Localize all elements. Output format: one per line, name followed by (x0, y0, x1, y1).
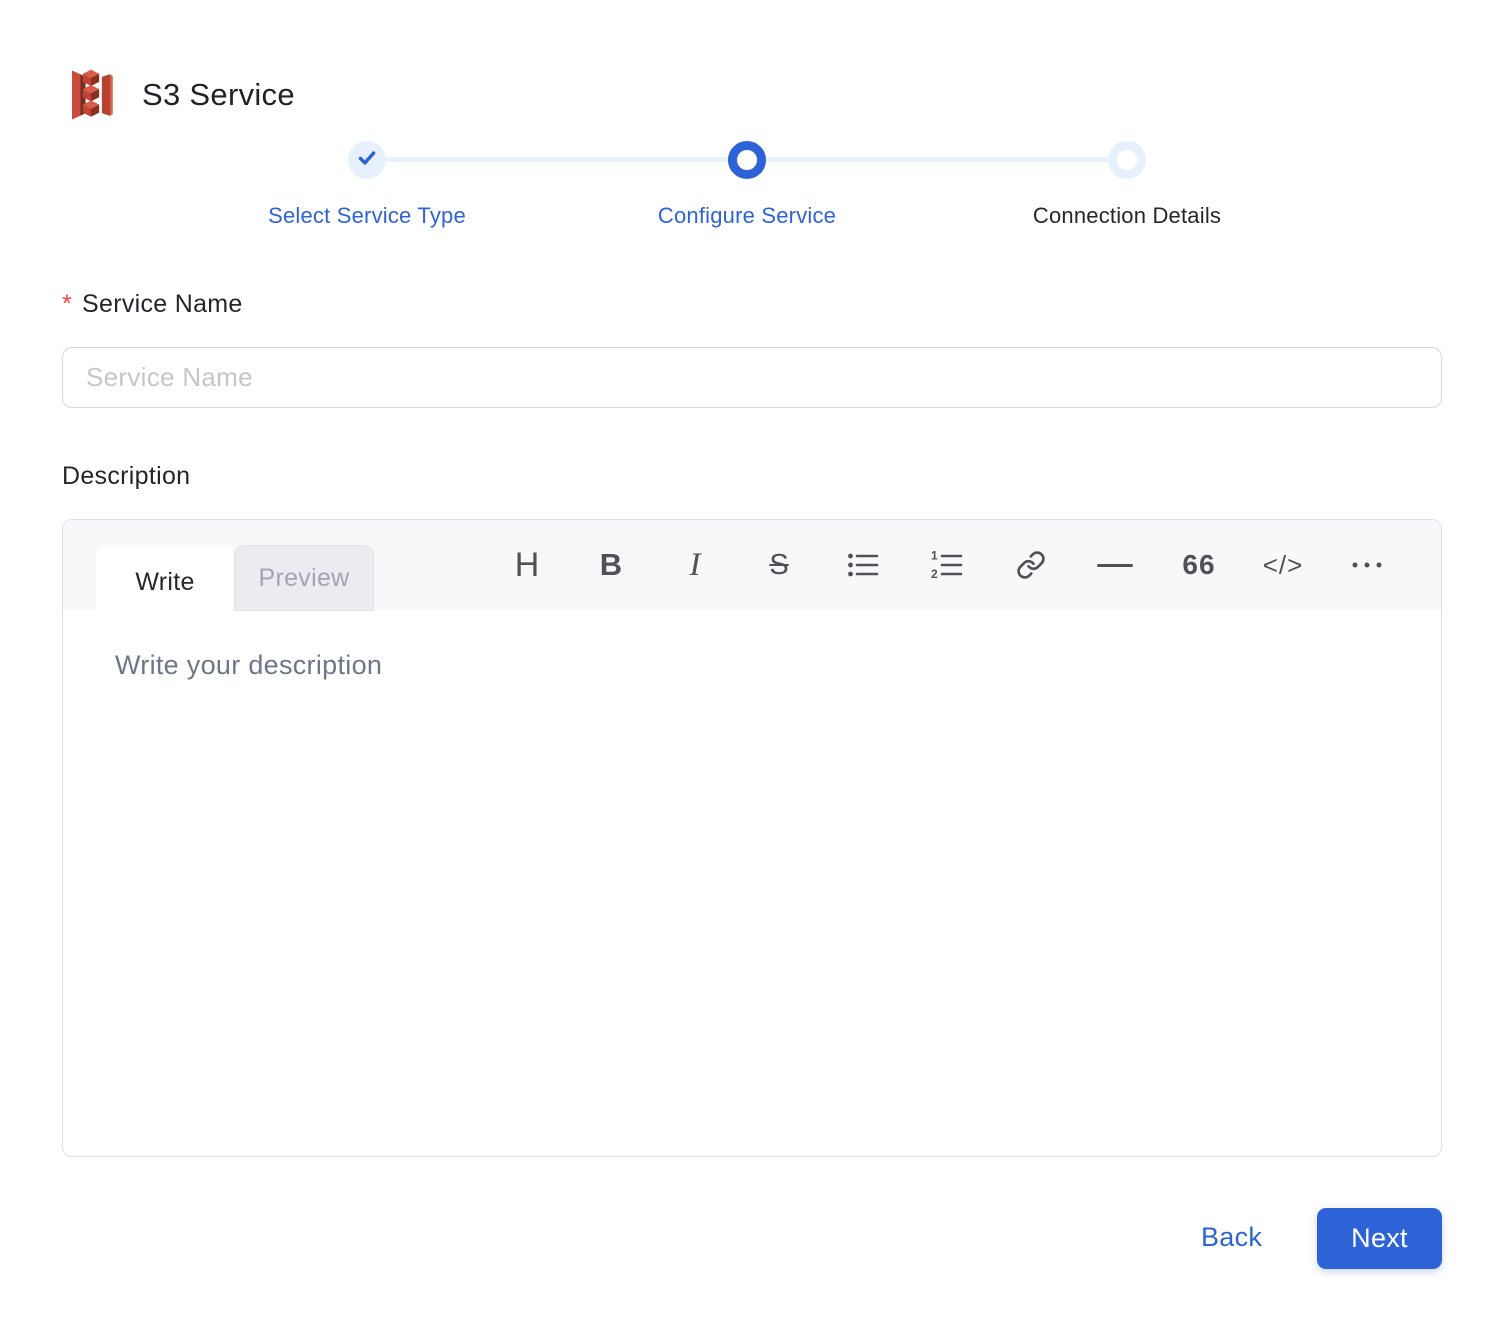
step-label: Select Service Type (268, 203, 466, 228)
service-name-label-text: Service Name (82, 290, 243, 318)
tab-preview[interactable]: Preview (234, 545, 374, 611)
svg-text:1: 1 (931, 550, 938, 563)
service-name-label: * Service Name (62, 290, 243, 319)
description-label-text: Description (62, 462, 191, 490)
description-editor: Write Preview H B I S 1 2 66 </> Write y… (62, 519, 1442, 1157)
back-button[interactable]: Back (1201, 1222, 1262, 1253)
page-header: S3 Service (62, 64, 295, 126)
strikethrough-icon[interactable]: S (737, 534, 821, 596)
service-name-input[interactable] (62, 347, 1442, 408)
page-title: S3 Service (142, 77, 295, 112)
tab-write[interactable]: Write (96, 545, 234, 619)
svg-text:2: 2 (931, 567, 938, 580)
link-icon[interactable] (989, 534, 1073, 596)
editor-header: Write Preview H B I S 1 2 66 </> (63, 520, 1441, 619)
step-completed-dot (348, 141, 386, 179)
wizard-stepper: Select Service Type Configure Service Co… (177, 138, 1317, 243)
editor-toolbar: H B I S 1 2 66 </> (485, 520, 1409, 610)
description-label: Description (62, 462, 190, 491)
quote-icon[interactable]: 66 (1157, 534, 1241, 596)
description-textarea[interactable] (63, 610, 1441, 1156)
bold-icon[interactable]: B (569, 534, 653, 596)
required-asterisk: * (62, 290, 73, 318)
step-label: Connection Details (1032, 203, 1222, 228)
horizontal-rule-icon[interactable] (1073, 534, 1157, 596)
step-label: Configure Service (657, 203, 837, 228)
ordered-list-icon[interactable]: 1 2 (905, 534, 989, 596)
italic-icon[interactable]: I (653, 534, 737, 596)
editor-body (63, 610, 1441, 1156)
step-active-dot (728, 141, 766, 179)
s3-bucket-icon (62, 66, 120, 124)
unordered-list-icon[interactable] (821, 534, 905, 596)
step-configure-service[interactable]: Configure Service (557, 138, 937, 229)
code-icon[interactable]: </> (1241, 534, 1325, 596)
next-button[interactable]: Next (1317, 1208, 1442, 1269)
more-options-icon[interactable] (1325, 534, 1409, 596)
heading-icon[interactable]: H (485, 534, 569, 596)
check-icon (357, 149, 377, 172)
step-select-service-type[interactable]: Select Service Type (177, 138, 557, 229)
step-pending-dot (1108, 141, 1146, 179)
add-service-page: S3 Service Select Service Type Configure… (0, 0, 1506, 1342)
step-connection-details[interactable]: Connection Details (937, 138, 1317, 229)
